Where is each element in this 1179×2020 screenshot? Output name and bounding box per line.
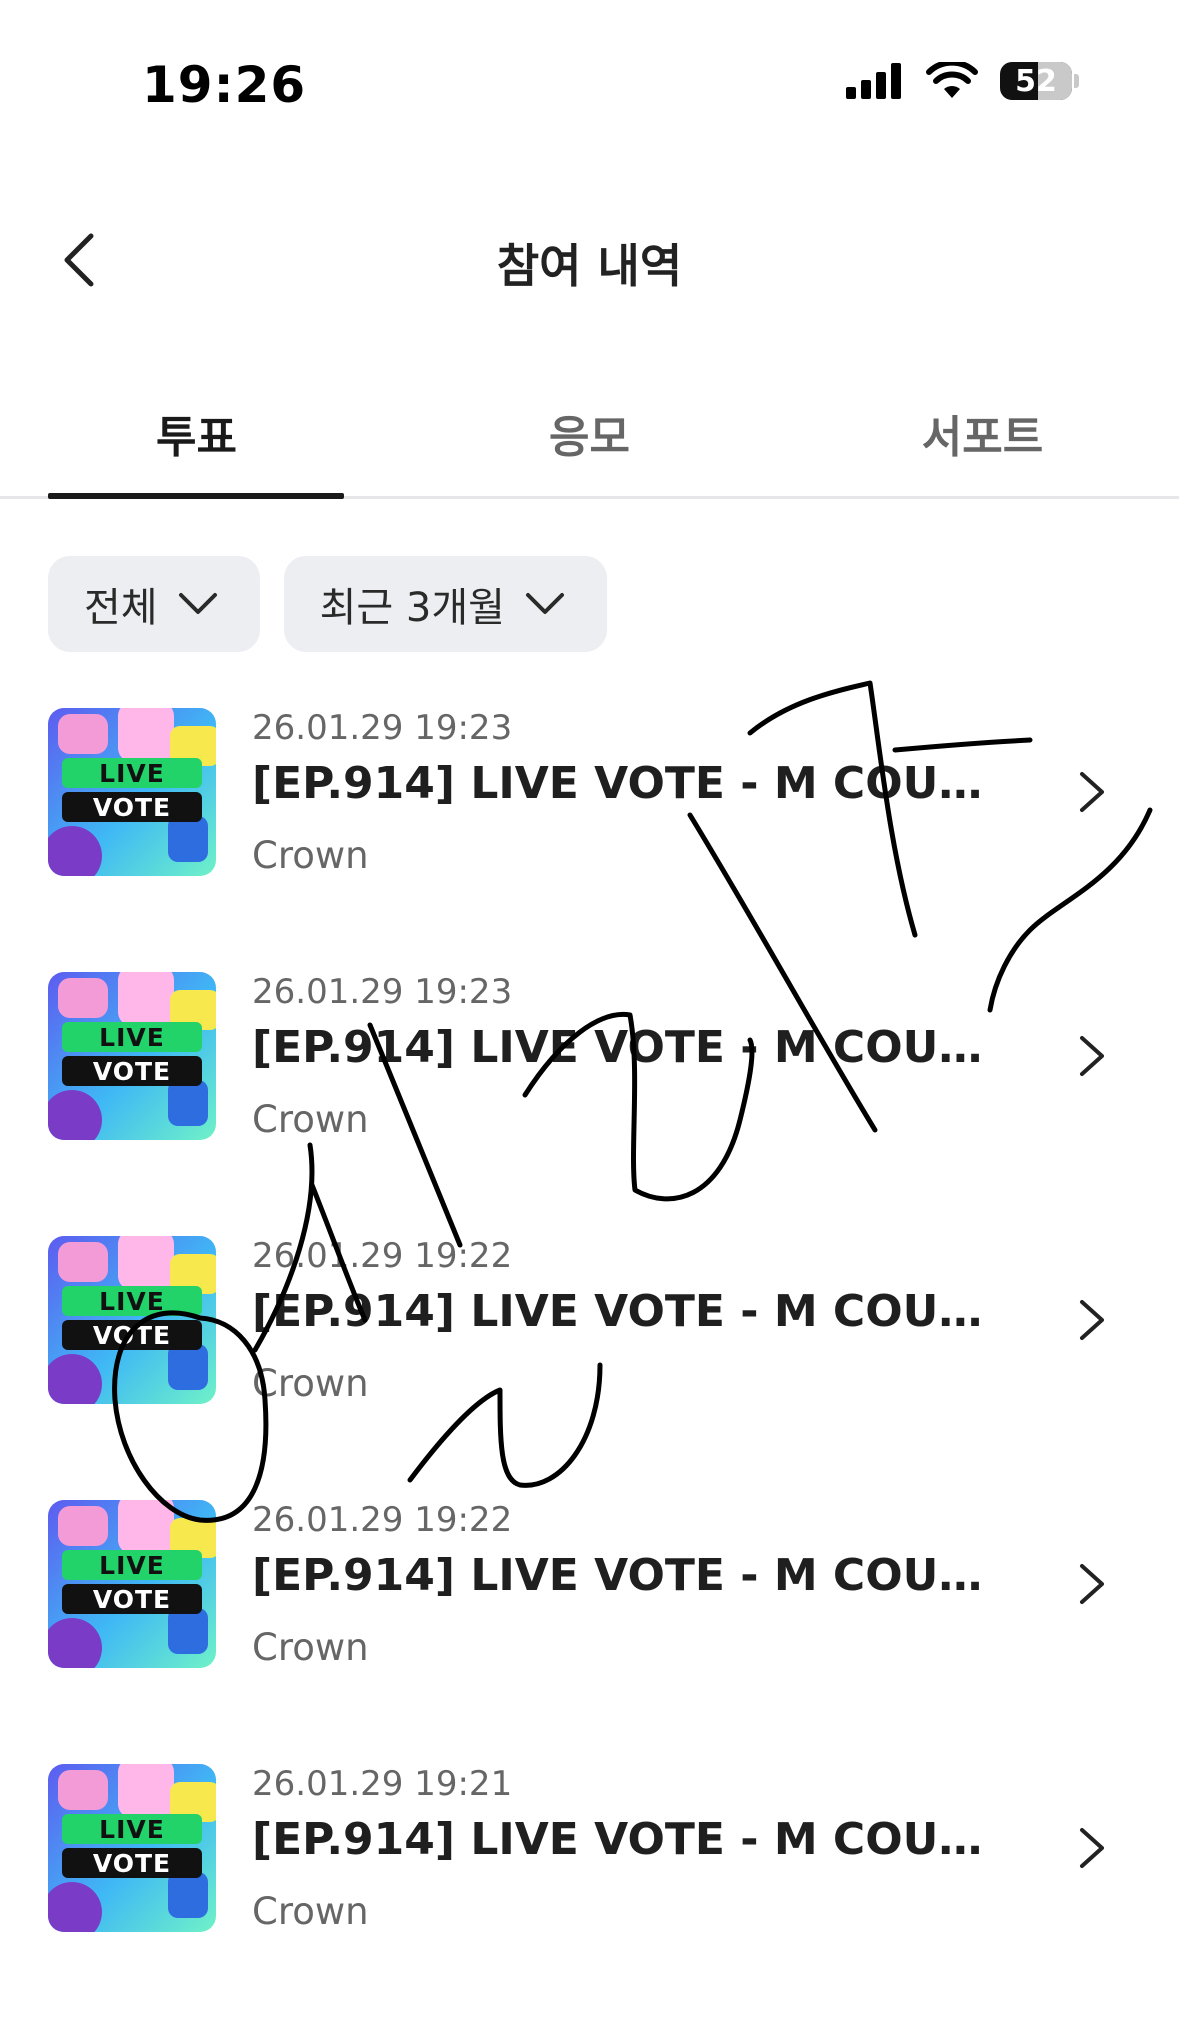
live-vote-thumbnail: LIVE VOTE [48, 1236, 216, 1404]
list-item[interactable]: LIVE VOTE 26.01.29 19:22 [EP.914] LIVE V… [0, 1492, 1179, 1756]
item-subtitle: Crown [252, 1098, 369, 1141]
thumb-line1: LIVE [62, 1022, 202, 1052]
item-title: [EP.914] LIVE VOTE - M COUNTDOWN [252, 758, 1002, 809]
thumb-line2: VOTE [62, 1320, 202, 1350]
item-date: 26.01.29 19:22 [252, 1236, 513, 1276]
thumb-line1: LIVE [62, 1550, 202, 1580]
status-icons: 52 [846, 62, 1079, 100]
header: 참여 내역 [0, 200, 1179, 320]
battery-icon: 52 [1000, 62, 1072, 100]
item-title: [EP.914] LIVE VOTE - M COUNTDOWN [252, 1550, 1002, 1601]
item-date: 26.01.29 19:21 [252, 1764, 513, 1804]
chevron-right-icon [1080, 1564, 1104, 1604]
item-date: 26.01.29 19:22 [252, 1500, 513, 1540]
thumb-line2: VOTE [62, 792, 202, 822]
chevron-down-icon [178, 593, 217, 614]
chevron-right-icon [1080, 1300, 1104, 1340]
tab-label: 응모 [549, 412, 630, 463]
list-item[interactable]: LIVE VOTE 26.01.29 19:21 [EP.914] LIVE V… [0, 1756, 1179, 2020]
thumb-line2: VOTE [62, 1848, 202, 1878]
thumb-line1: LIVE [62, 1286, 202, 1316]
live-vote-thumbnail: LIVE VOTE [48, 1500, 216, 1668]
wifi-icon [926, 62, 978, 98]
item-subtitle: Crown [252, 834, 369, 877]
tab-entry[interactable]: 응모 [393, 370, 786, 496]
thumb-line1: LIVE [62, 758, 202, 788]
signal-icon [846, 63, 901, 99]
thumb-line1: LIVE [62, 1814, 202, 1844]
live-vote-thumbnail: LIVE VOTE [48, 1764, 216, 1932]
list-item[interactable]: LIVE VOTE 26.01.29 19:22 [EP.914] LIVE V… [0, 1228, 1179, 1492]
tab-label: 서포트 [921, 412, 1044, 463]
battery-level: 52 [1015, 63, 1057, 99]
participation-list: LIVE VOTE 26.01.29 19:23 [EP.914] LIVE V… [0, 700, 1179, 2020]
item-date: 26.01.29 19:23 [252, 708, 513, 748]
tab-bar: 투표 응모 서포트 [0, 370, 1179, 499]
tab-support[interactable]: 서포트 [786, 370, 1179, 496]
item-title: [EP.914] LIVE VOTE - M COUNTDOWN [252, 1022, 1002, 1073]
page-title: 참여 내역 [496, 239, 683, 293]
item-subtitle: Crown [252, 1362, 369, 1405]
item-subtitle: Crown [252, 1890, 369, 1933]
live-vote-thumbnail: LIVE VOTE [48, 972, 216, 1140]
chevron-down-icon [525, 593, 564, 614]
status-bar: 19:26 52 [0, 0, 1179, 130]
status-time: 19:26 [142, 56, 307, 114]
period-filter-dropdown[interactable]: 최근 3개월 [283, 556, 607, 652]
thumb-line2: VOTE [62, 1056, 202, 1086]
list-item[interactable]: LIVE VOTE 26.01.29 19:23 [EP.914] LIVE V… [0, 964, 1179, 1228]
chevron-right-icon [1080, 1828, 1104, 1868]
chevron-right-icon [1080, 772, 1104, 812]
tab-vote[interactable]: 투표 [0, 370, 393, 496]
item-date: 26.01.29 19:23 [252, 972, 513, 1012]
item-title: [EP.914] LIVE VOTE - M COUNTDOWN [252, 1286, 1002, 1337]
filter-label: 최근 3개월 [319, 585, 505, 631]
chevron-right-icon [1080, 1036, 1104, 1076]
live-vote-thumbnail: LIVE VOTE [48, 708, 216, 876]
filter-label: 전체 [84, 585, 158, 631]
active-tab-indicator [48, 493, 344, 499]
category-filter-dropdown[interactable]: 전체 [48, 556, 260, 652]
thumb-line2: VOTE [62, 1584, 202, 1614]
list-item[interactable]: LIVE VOTE 26.01.29 19:23 [EP.914] LIVE V… [0, 700, 1179, 964]
filter-row: 전체 최근 3개월 [48, 556, 607, 652]
item-subtitle: Crown [252, 1626, 369, 1669]
item-title: [EP.914] LIVE VOTE - M COUNTDOWN [252, 1814, 1002, 1865]
tab-label: 투표 [156, 412, 237, 463]
